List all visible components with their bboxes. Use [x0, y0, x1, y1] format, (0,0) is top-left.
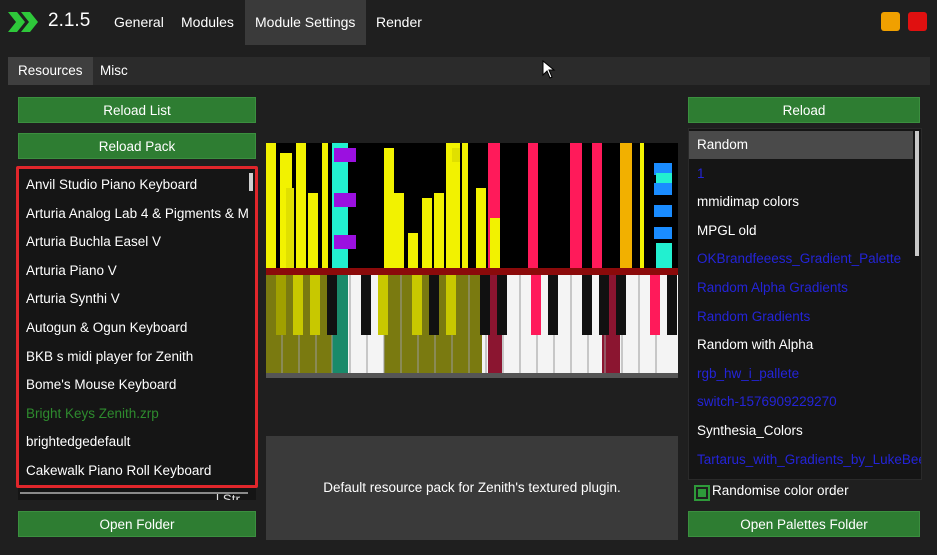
palette-item[interactable]: Random [689, 131, 913, 159]
reload-pack-button[interactable]: Reload Pack [18, 133, 256, 159]
top-bar: 2.1.5 General Modules Module Settings Re… [0, 0, 937, 45]
tab-modules[interactable]: Modules [171, 0, 244, 45]
keyboard-base [266, 373, 678, 378]
subtab-bar: Resources Misc [8, 57, 930, 85]
tab-module-settings[interactable]: Module Settings [245, 0, 366, 45]
palette-item[interactable]: 1 [689, 160, 913, 188]
piano-preview [266, 143, 678, 378]
palette-item[interactable]: Random Gradients [689, 303, 913, 331]
palette-item[interactable]: Tartarus_with_Gradients_by_LukeBee [689, 446, 921, 474]
palette-item[interactable]: mmidimap colors [689, 188, 913, 216]
randomise-label: Randomise color order [712, 483, 849, 498]
description-panel: Default resource pack for Zenith's textu… [266, 436, 678, 540]
close-button[interactable] [908, 12, 927, 31]
key-edge-bar [266, 268, 678, 275]
mouse-cursor-icon [542, 60, 556, 79]
palette-item[interactable]: switch-1576909229270 [689, 388, 913, 416]
open-folder-button[interactable]: Open Folder [18, 511, 256, 537]
palette-scrollbar[interactable] [915, 131, 919, 256]
palette-item[interactable]: MPGL old [689, 217, 913, 245]
subtab-misc[interactable]: Misc [90, 57, 138, 85]
highlight-frame [16, 166, 258, 488]
horizontal-scrollbar[interactable] [20, 492, 248, 494]
palette-item[interactable]: Random with Alpha [689, 331, 913, 359]
open-palettes-folder-button[interactable]: Open Palettes Folder [688, 511, 920, 537]
zenith-logo-icon [8, 12, 38, 32]
palette-item[interactable]: rgb_hw_i_pallete [689, 360, 913, 388]
subtab-resources[interactable]: Resources [8, 57, 93, 85]
pack-description: Default resource pack for Zenith's textu… [323, 480, 621, 495]
reload-palettes-button[interactable]: Reload [688, 97, 920, 123]
preview-image [266, 143, 678, 378]
version-label: 2.1.5 [48, 10, 91, 31]
palette-item[interactable]: OKBrandfeeess_Gradient_Palette [689, 245, 913, 273]
minimize-button[interactable] [881, 12, 900, 31]
reload-list-button[interactable]: Reload List [18, 97, 256, 123]
palette-item[interactable]: Random Alpha Gradients [689, 274, 913, 302]
palette-list[interactable]: Random 1 mmidimap colors MPGL old OKBrandfee… [688, 128, 922, 480]
palette-item[interactable]: Synthesia_Colors [689, 417, 913, 445]
tab-render[interactable]: Render [366, 0, 432, 45]
randomise-checkbox[interactable] [694, 485, 710, 501]
tab-general[interactable]: General [104, 0, 174, 45]
falling-notes [266, 143, 672, 268]
